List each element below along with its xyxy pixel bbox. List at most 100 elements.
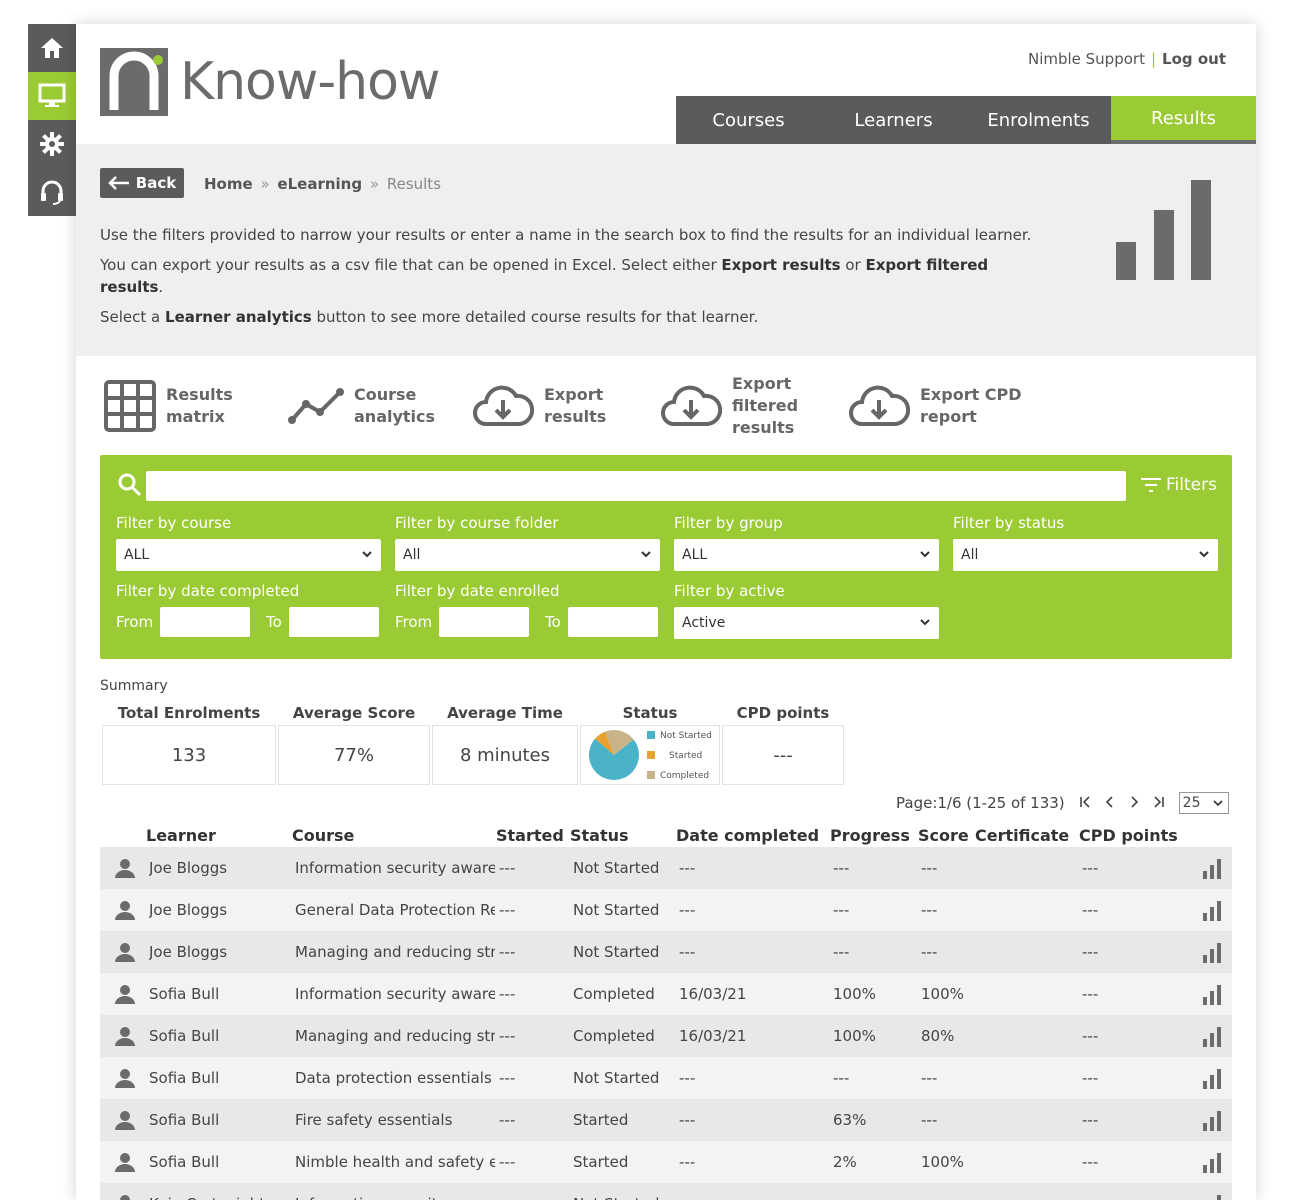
summary-time-header: Average Time bbox=[447, 704, 563, 722]
col-date-completed[interactable]: Date completed bbox=[676, 826, 819, 845]
learner-analytics-icon[interactable] bbox=[1202, 1195, 1222, 1200]
arrow-left-icon bbox=[108, 176, 129, 190]
legend-label: Completed bbox=[660, 771, 709, 781]
page-size-select[interactable]: 25 bbox=[1178, 792, 1229, 814]
table-row[interactable]: Sofia Bull Data protection essentials --- N… bbox=[100, 1057, 1232, 1099]
table-row[interactable]: Sofia Bull Fire safety essentials --- Start… bbox=[100, 1099, 1232, 1141]
filter-panel: Filters Filter by course Filter by cours… bbox=[100, 455, 1232, 659]
cell-date: --- bbox=[679, 1111, 696, 1129]
learner-analytics-icon[interactable] bbox=[1202, 985, 1222, 1005]
col-status[interactable]: Status bbox=[570, 826, 629, 845]
filter-course-label: Filter by course bbox=[116, 514, 232, 532]
filter-group-label: Filter by group bbox=[674, 514, 783, 532]
brand-logo[interactable]: Know-how bbox=[100, 48, 440, 116]
breadcrumb-home[interactable]: Home bbox=[204, 175, 253, 193]
logout-link[interactable]: Log out bbox=[1162, 50, 1226, 68]
enrolled-to-input[interactable] bbox=[568, 607, 658, 637]
learner-analytics-icon[interactable] bbox=[1202, 1069, 1222, 1089]
search-input[interactable] bbox=[146, 471, 1126, 501]
breadcrumb-elearning[interactable]: eLearning bbox=[277, 175, 362, 193]
cell-learner: Sofia Bull bbox=[149, 1069, 220, 1087]
enrolled-from-input[interactable] bbox=[439, 607, 529, 637]
col-started[interactable]: Started bbox=[496, 826, 564, 845]
cell-status: Not Started bbox=[573, 859, 660, 877]
main-nav: Courses Learners Enrolments Results bbox=[676, 96, 1256, 144]
cell-progress: 63% bbox=[833, 1111, 867, 1129]
user-icon bbox=[115, 985, 135, 1004]
user-icon bbox=[115, 859, 135, 878]
learner-analytics-icon[interactable] bbox=[1202, 859, 1222, 879]
results-matrix-button[interactable]: Results matrix bbox=[104, 376, 233, 436]
table-row[interactable]: Sofia BullManaging and reducing stress--… bbox=[100, 1015, 1232, 1057]
tab-learners[interactable]: Learners bbox=[821, 96, 966, 144]
chevron-right-icon bbox=[1131, 796, 1138, 808]
tab-enrolments[interactable]: Enrolments bbox=[966, 96, 1111, 144]
first-page-button[interactable] bbox=[1079, 794, 1091, 812]
back-button[interactable]: Back bbox=[100, 168, 184, 198]
prev-page-button[interactable] bbox=[1105, 794, 1115, 812]
filters-toggle[interactable]: Filters bbox=[1140, 475, 1217, 495]
chevron-down-icon bbox=[1213, 800, 1223, 807]
logo-mark-icon bbox=[100, 48, 168, 116]
filter-folder-select[interactable]: All bbox=[395, 539, 660, 571]
tab-courses[interactable]: Courses bbox=[676, 96, 821, 144]
chevron-down-icon bbox=[1199, 551, 1209, 558]
course-analytics-button[interactable]: Course analytics bbox=[288, 376, 435, 436]
table-row[interactable]: Sofia Bull Information security awareness… bbox=[100, 973, 1232, 1015]
col-score[interactable]: Score bbox=[918, 826, 969, 845]
table-row[interactable]: Sofia Bull Nimble health and safety essen… bbox=[100, 1141, 1232, 1183]
table-row[interactable]: Kaia Cartwright Information security awar… bbox=[100, 1183, 1232, 1200]
completed-from-label: From bbox=[116, 613, 154, 631]
col-progress[interactable]: Progress bbox=[830, 826, 910, 845]
cell-progress: --- bbox=[833, 859, 850, 877]
col-cpd-points[interactable]: CPD points bbox=[1079, 826, 1178, 845]
bar-chart-icon bbox=[1116, 180, 1211, 280]
filter-status-select[interactable]: All bbox=[953, 539, 1218, 571]
cell-status: Not Started bbox=[573, 901, 660, 919]
user-icon bbox=[115, 1069, 135, 1088]
learner-analytics-icon[interactable] bbox=[1202, 943, 1222, 963]
cell-progress: --- bbox=[833, 901, 850, 919]
dock-elearning-button[interactable] bbox=[28, 72, 76, 120]
filter-active-select[interactable]: Active bbox=[674, 607, 939, 639]
table-row[interactable]: Joe Bloggs Information security awareness… bbox=[100, 847, 1232, 889]
top-links-separator: | bbox=[1150, 50, 1157, 68]
last-page-button[interactable] bbox=[1153, 794, 1165, 812]
support-link[interactable]: Nimble Support bbox=[1028, 50, 1145, 68]
export-filtered-results-button[interactable]: Export filtered results bbox=[660, 374, 798, 437]
completed-from-input[interactable] bbox=[160, 607, 250, 637]
breadcrumb-current: Results bbox=[386, 175, 442, 193]
cell-progress: 100% bbox=[833, 985, 876, 1003]
export-results-button[interactable]: Export results bbox=[472, 376, 606, 436]
cell-course: Data protection essentials bbox=[295, 1069, 492, 1087]
learner-analytics-icon[interactable] bbox=[1202, 1111, 1222, 1131]
cell-course: Information security awareness bbox=[295, 1195, 495, 1200]
dock-home-button[interactable] bbox=[28, 24, 76, 72]
tab-results[interactable]: Results bbox=[1111, 96, 1256, 144]
completed-to-input[interactable] bbox=[289, 607, 379, 637]
cell-learner: Sofia Bull bbox=[149, 1153, 220, 1171]
learner-analytics-icon[interactable] bbox=[1202, 901, 1222, 921]
dock-settings-button[interactable] bbox=[28, 120, 76, 168]
legend-swatch bbox=[647, 731, 655, 739]
table-row[interactable]: Joe Bloggs General Data Protection Regula… bbox=[100, 889, 1232, 931]
col-course[interactable]: Course bbox=[292, 826, 354, 845]
user-icon bbox=[115, 1027, 135, 1046]
filter-group-select[interactable]: ALL bbox=[674, 539, 939, 571]
cell-progress: --- bbox=[833, 1069, 850, 1087]
table-row[interactable]: Joe BloggsManaging and reducing stress--… bbox=[100, 931, 1232, 973]
cell-course: General Data Protection Regulation bbox=[295, 901, 495, 919]
user-icon bbox=[115, 943, 135, 962]
dock-support-button[interactable] bbox=[28, 168, 76, 216]
col-learner[interactable]: Learner bbox=[146, 826, 216, 845]
cloud-download-icon bbox=[849, 385, 910, 426]
next-page-button[interactable] bbox=[1129, 794, 1139, 812]
col-certificate[interactable]: Certificate bbox=[975, 826, 1069, 845]
cell-status: Completed bbox=[573, 985, 655, 1003]
export-cpd-report-button[interactable]: Export CPD report bbox=[848, 376, 1022, 436]
learner-analytics-icon[interactable] bbox=[1202, 1153, 1222, 1173]
cell-date: --- bbox=[679, 1069, 696, 1087]
filter-course-select[interactable]: ALL bbox=[116, 539, 381, 571]
side-dock bbox=[28, 24, 76, 216]
learner-analytics-icon[interactable] bbox=[1202, 1027, 1222, 1047]
